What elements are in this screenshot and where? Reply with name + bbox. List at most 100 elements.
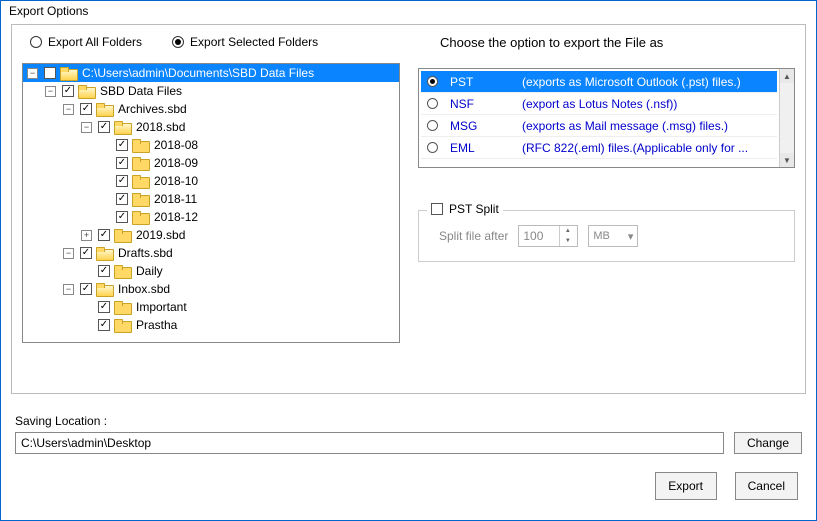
export-options-window: Export Options Export All Folders Export…: [0, 0, 817, 521]
folder-icon: [114, 319, 130, 331]
tree-item[interactable]: − Archives.sbd: [23, 100, 399, 118]
tree-checkbox[interactable]: [116, 157, 128, 169]
radio-export-selected[interactable]: Export Selected Folders: [172, 35, 318, 49]
split-unit-select[interactable]: MB ▾: [588, 225, 638, 247]
spacer: [99, 176, 110, 187]
spacer: [99, 212, 110, 223]
scroll-up-icon[interactable]: ▲: [780, 69, 794, 83]
tree-item-label: Archives.sbd: [116, 102, 189, 116]
tree-item[interactable]: − Inbox.sbd: [23, 280, 399, 298]
collapse-icon[interactable]: −: [45, 86, 56, 97]
tree-item[interactable]: 2018-11: [23, 190, 399, 208]
folder-tree[interactable]: − C:\Users\admin\Documents\SBD Data Files…: [22, 63, 400, 343]
scroll-down-icon[interactable]: ▼: [780, 153, 794, 167]
collapse-icon[interactable]: −: [63, 104, 74, 115]
chevron-down-icon: ▾: [628, 230, 634, 243]
format-name: PST: [450, 75, 510, 89]
saving-path-input[interactable]: [15, 432, 724, 454]
tree-item[interactable]: 2018-08: [23, 136, 399, 154]
tree-checkbox[interactable]: [116, 193, 128, 205]
folder-icon: [96, 247, 112, 259]
tree-checkbox[interactable]: [80, 283, 92, 295]
tree-item[interactable]: Important: [23, 298, 399, 316]
format-name: NSF: [450, 97, 510, 111]
tree-checkbox[interactable]: [62, 85, 74, 97]
collapse-icon[interactable]: −: [27, 68, 38, 79]
tree-item[interactable]: Prastha: [23, 316, 399, 334]
cancel-button[interactable]: Cancel: [735, 472, 798, 500]
tree-checkbox[interactable]: [80, 103, 92, 115]
tree-item-label: Inbox.sbd: [116, 282, 172, 296]
format-scrollbar[interactable]: ▲ ▼: [779, 69, 794, 167]
tree-checkbox[interactable]: [80, 247, 92, 259]
collapse-icon[interactable]: −: [63, 248, 74, 259]
tree-item[interactable]: − Drafts.sbd: [23, 244, 399, 262]
tree-item[interactable]: 2018-12: [23, 208, 399, 226]
tree-item-label: SBD Data Files: [98, 84, 184, 98]
format-option[interactable]: PST(exports as Microsoft Outlook (.pst) …: [421, 71, 777, 93]
expand-icon[interactable]: +: [81, 230, 92, 241]
format-listbox: PST(exports as Microsoft Outlook (.pst) …: [418, 68, 795, 168]
tree-item[interactable]: Daily: [23, 262, 399, 280]
spacer: [81, 320, 92, 331]
format-heading: Choose the option to export the File as: [440, 35, 795, 50]
change-button[interactable]: Change: [734, 432, 802, 454]
folder-icon: [78, 85, 94, 97]
export-button[interactable]: Export: [655, 472, 717, 500]
radio-export-all[interactable]: Export All Folders: [30, 35, 142, 49]
tree-item[interactable]: 2018-10: [23, 172, 399, 190]
split-size-stepper[interactable]: ▲▼: [518, 225, 578, 247]
saving-section: Saving Location : Change: [1, 404, 816, 454]
tree-checkbox[interactable]: [116, 211, 128, 223]
tree-checkbox[interactable]: [98, 229, 110, 241]
tree-checkbox[interactable]: [98, 319, 110, 331]
tree-checkbox[interactable]: [98, 265, 110, 277]
split-unit-label: MB: [593, 230, 610, 242]
tree-checkbox[interactable]: [98, 301, 110, 313]
collapse-icon[interactable]: −: [81, 122, 92, 133]
folder-icon: [60, 67, 76, 79]
saving-label: Saving Location :: [15, 414, 802, 428]
tree-item[interactable]: − C:\Users\admin\Documents\SBD Data Files: [23, 64, 399, 82]
radio-label: Export Selected Folders: [190, 35, 318, 49]
tree-item[interactable]: − 2018.sbd: [23, 118, 399, 136]
radio-icon: [427, 120, 438, 131]
tree-item-label: Prastha: [134, 318, 179, 332]
split-size-input[interactable]: [519, 229, 559, 243]
tree-item[interactable]: − SBD Data Files: [23, 82, 399, 100]
tree-checkbox[interactable]: [116, 139, 128, 151]
folder-icon: [96, 103, 112, 115]
tree-item-label: 2018-10: [152, 174, 200, 188]
format-desc: (export as Lotus Notes (.nsf)): [522, 97, 677, 111]
collapse-icon[interactable]: −: [63, 284, 74, 295]
format-option[interactable]: EML(RFC 822(.eml) files.(Applicable only…: [421, 137, 777, 159]
pst-split-checkbox[interactable]: [431, 203, 443, 215]
tree-item-label: C:\Users\admin\Documents\SBD Data Files: [80, 66, 316, 80]
stepper-arrows-icon[interactable]: ▲▼: [559, 226, 575, 246]
radio-icon: [30, 36, 42, 48]
folder-icon: [132, 175, 148, 187]
folder-icon: [114, 265, 130, 277]
tree-item[interactable]: 2018-09: [23, 154, 399, 172]
tree-item[interactable]: +2019.sbd: [23, 226, 399, 244]
right-column: Choose the option to export the File as …: [410, 63, 795, 262]
radio-label: Export All Folders: [48, 35, 142, 49]
pst-split-group: PST Split Split file after ▲▼ MB ▾: [418, 210, 795, 262]
tree-item-label: Drafts.sbd: [116, 246, 175, 260]
spacer: [81, 302, 92, 313]
tree-checkbox[interactable]: [98, 121, 110, 133]
tree-item-label: 2018-08: [152, 138, 200, 152]
spacer: [81, 266, 92, 277]
format-option[interactable]: MSG(exports as Mail message (.msg) files…: [421, 115, 777, 137]
folder-icon: [114, 229, 130, 241]
format-option[interactable]: NSF (export as Lotus Notes (.nsf)): [421, 93, 777, 115]
tree-item-label: 2018.sbd: [134, 120, 187, 134]
split-label: Split file after: [439, 229, 508, 243]
tree-item-label: 2018-12: [152, 210, 200, 224]
format-desc: (exports as Mail message (.msg) files.): [522, 119, 728, 133]
tree-checkbox[interactable]: [116, 175, 128, 187]
format-desc: (RFC 822(.eml) files.(Applicable only fo…: [522, 141, 748, 155]
footer-buttons: Export Cancel: [1, 454, 816, 500]
tree-checkbox[interactable]: [44, 67, 56, 79]
folder-icon: [132, 139, 148, 151]
